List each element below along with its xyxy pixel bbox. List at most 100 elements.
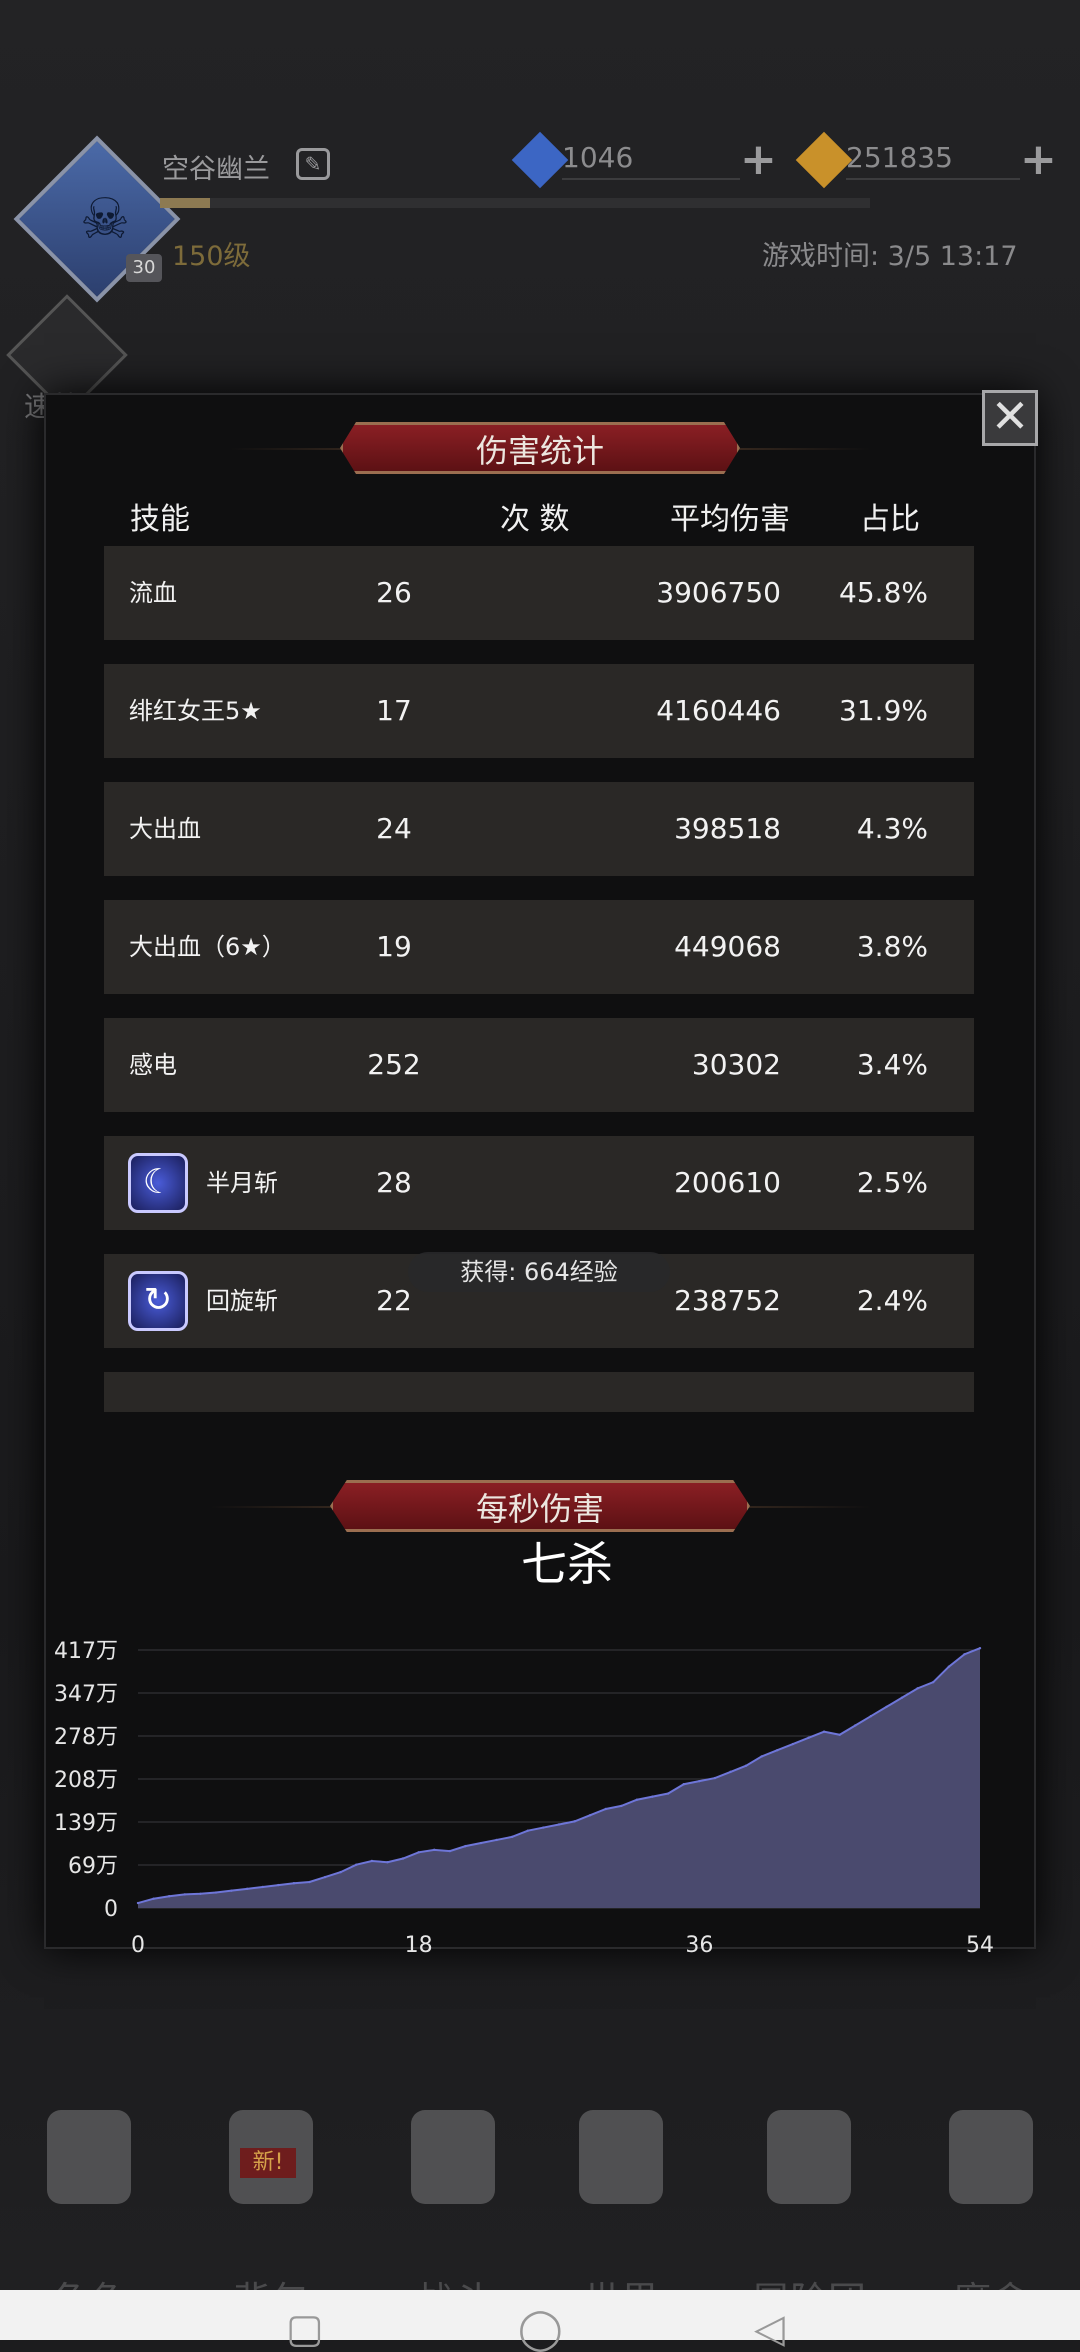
nav-character[interactable]: 角色 xyxy=(14,2090,164,2323)
x-tick-label: 36 xyxy=(685,1933,713,1958)
castle-icon xyxy=(767,2110,851,2204)
dps-area xyxy=(138,1648,980,1908)
data-point xyxy=(963,1653,966,1656)
data-point xyxy=(869,1715,873,1718)
chart-title: 七杀 xyxy=(521,1537,613,1591)
data-point xyxy=(526,1829,530,1832)
nav-world[interactable]: 世界 xyxy=(546,2090,696,2323)
data-point xyxy=(370,1859,374,1863)
avg-damage: 3906750 xyxy=(656,576,781,609)
nav-magic-box[interactable]: 魔盒 xyxy=(916,2090,1066,2323)
data-point xyxy=(666,1792,670,1795)
data-point xyxy=(136,1901,140,1905)
table-row: 大出血 24 398518 4.3% xyxy=(104,782,974,876)
data-point xyxy=(682,1783,685,1786)
data-point xyxy=(900,1696,904,1699)
data-point xyxy=(167,1895,171,1898)
data-point xyxy=(448,1849,452,1853)
data-point xyxy=(386,1861,389,1864)
data-point xyxy=(744,1764,748,1767)
nav-battle[interactable]: 战斗 xyxy=(378,2090,528,2323)
data-point xyxy=(323,1875,327,1879)
avg-damage: 200610 xyxy=(674,1166,781,1199)
back-icon[interactable]: ◁ xyxy=(754,2309,798,2349)
nav-adventure-group[interactable]: 冒险团 xyxy=(734,2090,884,2323)
table-row xyxy=(104,1372,974,1412)
damage-ratio xyxy=(804,1372,928,1412)
data-point xyxy=(776,1749,779,1752)
damage-ratio: 2.5% xyxy=(856,1166,928,1199)
nav-backpack[interactable]: 背包 xyxy=(196,2090,346,2323)
data-point xyxy=(152,1897,155,1900)
data-point xyxy=(604,1807,607,1811)
avg-damage: 398518 xyxy=(674,812,781,845)
damage-ratio: 31.9% xyxy=(839,694,928,727)
damage-ratio: 45.8% xyxy=(839,576,928,609)
skill-name: 大出血（6★） xyxy=(129,933,286,961)
data-point xyxy=(230,1889,233,1892)
data-point xyxy=(838,1733,841,1736)
damage-ratio: 4.3% xyxy=(856,812,928,845)
data-point xyxy=(511,1835,514,1839)
table-row: 流血 26 3906750 45.8% xyxy=(104,546,974,640)
data-point xyxy=(729,1770,732,1774)
y-tick-label: 0 xyxy=(104,1897,118,1922)
data-point xyxy=(417,1851,420,1854)
data-point xyxy=(261,1885,264,1889)
data-point xyxy=(760,1755,763,1758)
exp-gain-toast: 获得: 664经验 xyxy=(408,1252,670,1292)
data-point xyxy=(479,1841,483,1845)
damage-ratio: 2.4% xyxy=(856,1284,928,1317)
y-tick-label: 139万 xyxy=(54,1811,118,1836)
data-point xyxy=(464,1844,467,1848)
system-nav-bar: ▢ ◯ ◁ xyxy=(0,2290,1080,2349)
data-point xyxy=(573,1820,576,1823)
scroll-map-icon xyxy=(579,2110,663,2204)
data-point xyxy=(854,1724,857,1727)
data-point xyxy=(698,1779,701,1783)
whirl-slash-icon: ↻ xyxy=(128,1271,188,1331)
new-badge: 新! xyxy=(240,2148,296,2178)
data-point xyxy=(214,1891,218,1894)
damage-table[interactable]: 流血 26 3906750 45.8% 绯红女王5★ 17 4160446 31… xyxy=(0,0,1080,1412)
helmet-icon xyxy=(47,2110,131,2204)
data-point xyxy=(713,1776,717,1780)
data-point xyxy=(620,1804,623,1808)
data-point xyxy=(308,1880,311,1884)
damage-ratio: 3.4% xyxy=(856,1048,928,1081)
table-row: 感电 252 30302 3.4% xyxy=(104,1018,974,1112)
sword-shield-icon xyxy=(411,2110,495,2204)
data-point xyxy=(947,1665,951,1668)
data-point xyxy=(588,1813,592,1817)
data-point xyxy=(557,1823,561,1826)
damage-ratio: 3.8% xyxy=(856,930,928,963)
data-point xyxy=(292,1882,296,1885)
x-tick-label: 0 xyxy=(131,1933,145,1958)
data-point xyxy=(635,1798,639,1801)
skill-name: 半月斩 xyxy=(206,1169,278,1197)
avg-damage: 449068 xyxy=(674,930,781,963)
avg-damage: 4160446 xyxy=(656,694,781,727)
data-point xyxy=(277,1883,280,1887)
y-tick-label: 347万 xyxy=(54,1682,118,1707)
home-icon[interactable]: ◯ xyxy=(518,2309,563,2349)
data-point xyxy=(651,1795,654,1798)
y-tick-label: 208万 xyxy=(54,1768,118,1793)
data-point xyxy=(822,1730,826,1733)
y-tick-label: 417万 xyxy=(54,1639,118,1664)
x-tick-label: 18 xyxy=(405,1933,433,1958)
data-point xyxy=(433,1848,436,1852)
data-point xyxy=(245,1887,249,1891)
data-point xyxy=(791,1742,795,1746)
recent-apps-icon[interactable]: ▢ xyxy=(286,2309,330,2349)
table-row: 大出血（6★） 19 449068 3.8% xyxy=(104,900,974,994)
data-point xyxy=(885,1705,888,1709)
data-point xyxy=(199,1892,202,1895)
skill-name: 回旋斩 xyxy=(206,1287,278,1315)
data-point xyxy=(978,1646,982,1650)
crescent-moon-icon: ☾ xyxy=(128,1153,188,1213)
bottom-nav: 角色 背包 战斗 世界 冒险团 魔盒 xyxy=(0,2090,1080,2323)
data-point xyxy=(183,1893,186,1896)
skill-name: 绯红女王5★ xyxy=(129,697,262,725)
data-point xyxy=(401,1857,405,1860)
